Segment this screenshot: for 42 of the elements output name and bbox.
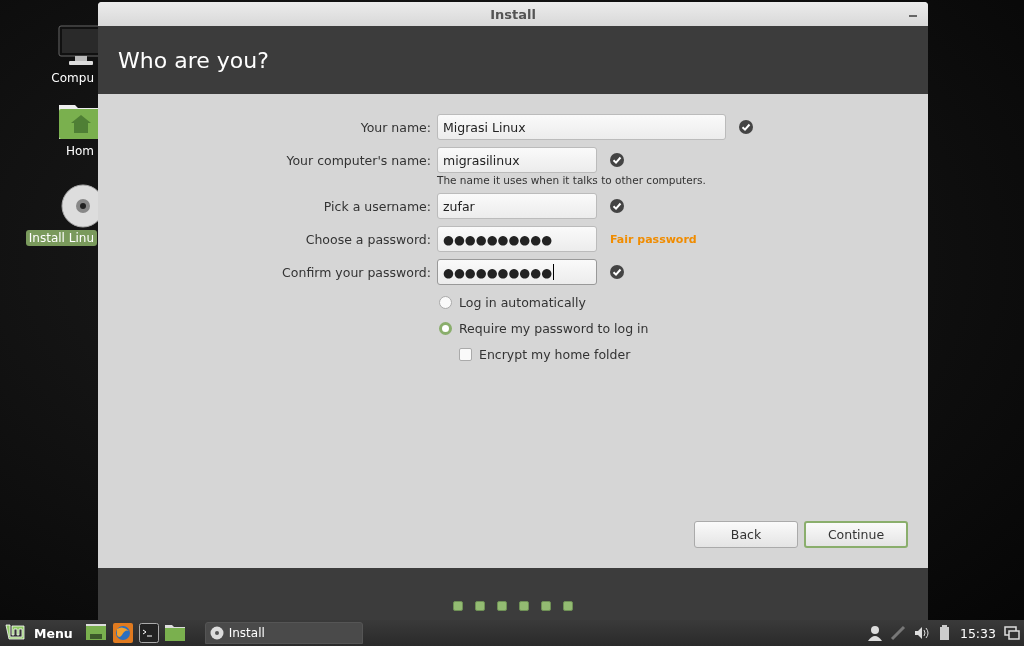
field-label: Your name: (359, 119, 431, 135)
desktop-icon-label[interactable]: Hom (62, 143, 97, 159)
user-icon[interactable] (867, 625, 882, 641)
windows-icon[interactable] (1004, 626, 1020, 640)
field-label: Choose a password: (304, 231, 431, 247)
window-title: Install (490, 6, 536, 22)
browser-icon[interactable] (112, 623, 133, 643)
taskbar-window-button[interactable]: Install (204, 622, 363, 644)
checkbox[interactable] (459, 348, 472, 361)
desktop-icon-label[interactable]: Compu (48, 70, 97, 86)
page-heading: Who are you? (118, 47, 269, 73)
check-icon (739, 120, 753, 134)
terminal-icon[interactable] (138, 623, 159, 643)
field-label: Confirm your password: (281, 264, 431, 280)
network-icon[interactable] (889, 625, 906, 641)
radio-label[interactable]: Log in automatically (459, 295, 586, 310)
password-field[interactable]: ●●●●●●●●●● (437, 259, 597, 285)
clock[interactable]: 15:33 (959, 625, 996, 641)
show-desktop-icon[interactable] (84, 623, 107, 643)
check-icon (610, 199, 624, 213)
radio-label[interactable]: Require my password to log in (459, 321, 649, 336)
field-label: Your computer's name: (285, 152, 431, 168)
back-button[interactable]: Back (694, 521, 798, 548)
text-field[interactable]: Migrasi Linux (437, 114, 726, 140)
continue-button[interactable]: Continue (804, 521, 908, 548)
password-field[interactable]: ●●●●●●●●●● (437, 226, 597, 252)
menu-button[interactable]: Menu (4, 623, 73, 643)
password-strength: Fair password (610, 232, 697, 246)
battery-icon[interactable] (937, 625, 952, 641)
check-icon (610, 265, 624, 279)
mint-logo-icon (4, 623, 26, 643)
volume-icon[interactable] (913, 626, 930, 640)
check-icon (610, 153, 624, 167)
folder-icon[interactable] (164, 623, 185, 643)
checkbox-label[interactable]: Encrypt my home folder (479, 347, 631, 362)
radio-button[interactable] (439, 296, 452, 309)
text-field[interactable]: migrasilinux (437, 147, 597, 173)
disc-icon (209, 626, 224, 640)
field-hint: The name it uses when it talks to other computers. (437, 174, 707, 186)
text-field[interactable]: zufar (437, 193, 597, 219)
field-label: Pick a username: (322, 198, 431, 214)
radio-button[interactable] (439, 322, 452, 335)
